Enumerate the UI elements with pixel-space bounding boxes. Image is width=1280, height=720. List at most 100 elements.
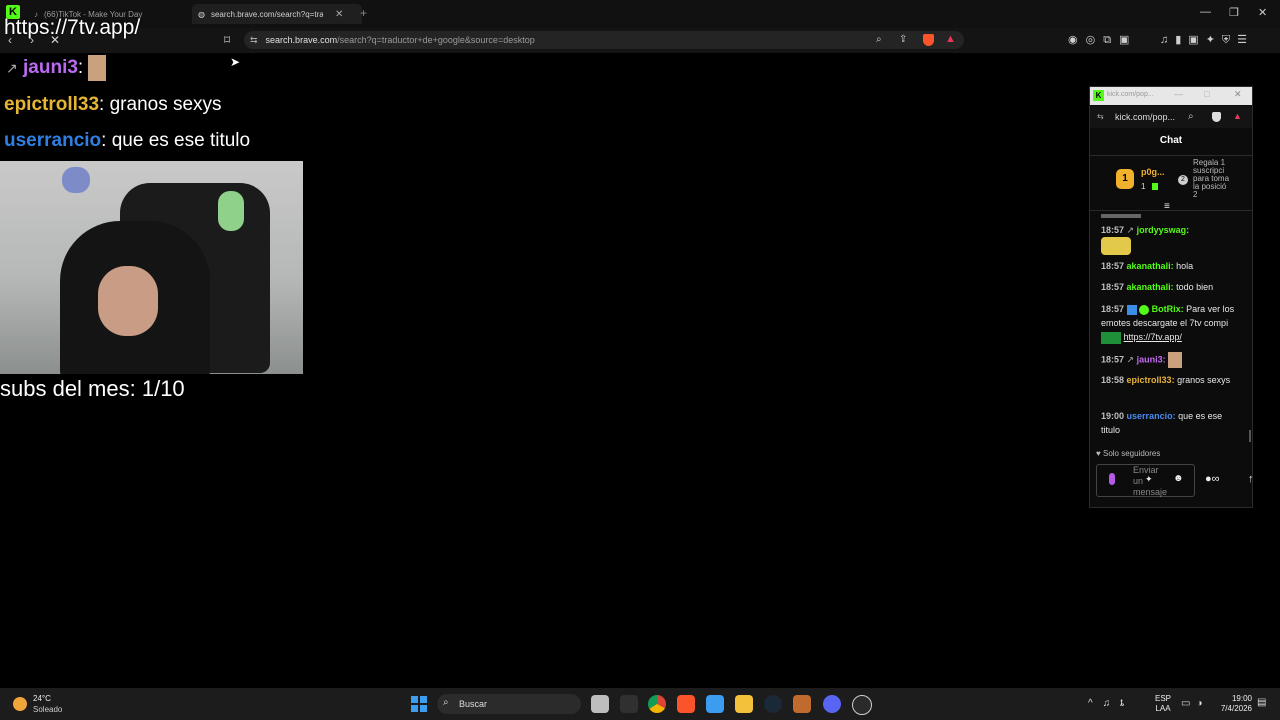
search-icon: ⌕: [443, 697, 449, 708]
chat-header: Chat: [1159, 135, 1183, 146]
chrome-icon[interactable]: [648, 695, 666, 713]
message-user[interactable]: jordyyswag:: [1137, 225, 1190, 235]
language-indicator[interactable]: ESP LAA: [1155, 694, 1171, 714]
discord-icon[interactable]: [823, 695, 841, 713]
plush-toy: [218, 191, 244, 231]
task-view-icon[interactable]: [591, 695, 609, 713]
leader-count: 1: [1141, 182, 1146, 191]
popup-maximize-button[interactable]: □: [1204, 89, 1209, 99]
overlay-chat-text: : granos sexys: [99, 94, 222, 115]
message-user[interactable]: akanathali:: [1127, 261, 1174, 271]
brave-rewards-icon[interactable]: ▲: [945, 33, 956, 45]
site-settings-icon[interactable]: ⇆: [250, 35, 258, 46]
followers-only-notice: ♥ Solo seguidores: [1096, 449, 1160, 458]
emote-image: [1101, 214, 1141, 218]
message-user[interactable]: userrancio:: [1127, 411, 1176, 421]
brave-icon[interactable]: [677, 695, 695, 713]
extension-icons[interactable]: ◉◎⧉▣: [1068, 33, 1137, 47]
system-tray-icons[interactable]: ▭◑: [1181, 698, 1209, 709]
microphone-icon[interactable]: [1109, 473, 1115, 485]
message-user[interactable]: jauni3:: [1137, 354, 1166, 364]
chat-settings-icon[interactable]: ●∞: [1205, 473, 1220, 485]
overlay-chat-line: epictroll33: granos sexys: [4, 94, 222, 116]
obs-icon[interactable]: [852, 695, 872, 715]
arrow-icon: ↗: [1126, 354, 1135, 365]
url-host: search.brave.com: [265, 35, 338, 45]
maximize-button[interactable]: ❐: [1229, 6, 1239, 19]
chat-message: 19:00 userrancio: que es ese titulo: [1101, 409, 1241, 437]
tab-label: search.brave.com/search?q=trac: [210, 9, 323, 19]
leader-name: p0g...: [1141, 167, 1165, 177]
overlay-chat-line: ↗ jauni3:: [6, 55, 107, 81]
emote-image: [1101, 331, 1121, 344]
popup-address-bar[interactable]: ⇆ kick.com/pop... ⌕ ▲: [1090, 106, 1252, 128]
scrollbar-thumb[interactable]: [1249, 430, 1251, 442]
send-icon[interactable]: ↑: [1248, 473, 1254, 485]
message-time: 18:57: [1101, 354, 1125, 365]
overlay-chat-line: userrancio: que es ese titulo: [4, 130, 250, 152]
bookmark-icon[interactable]: ⌑: [224, 33, 230, 47]
address-bar[interactable]: ⇆ search.brave.com/search?q=traductor+de…: [244, 31, 964, 49]
verified-badge-icon: [1139, 304, 1150, 315]
weather-icon[interactable]: [13, 697, 27, 711]
overlay-chat-user: epictroll33: [4, 94, 100, 115]
store-icon[interactable]: [706, 695, 724, 713]
close-tab-icon[interactable]: ✕: [335, 9, 343, 20]
start-button[interactable]: [411, 696, 427, 712]
brave-shields-icon[interactable]: [1212, 112, 1221, 122]
chat-message: 18:57 BotRix: Para ver los emotes descar…: [1101, 302, 1241, 344]
steam-icon[interactable]: [764, 695, 782, 713]
message-time: 18:57: [1101, 225, 1125, 235]
message-user[interactable]: BotRix:: [1152, 304, 1184, 314]
toolbar-icons[interactable]: ♫▮▣✦⛨☰: [1160, 33, 1254, 47]
message-text: todo bien: [1173, 282, 1214, 292]
message-user[interactable]: epictroll33:: [1127, 375, 1175, 385]
tray-icons[interactable]: ^♫ȶ: [1088, 698, 1134, 709]
epic-games-icon[interactable]: [620, 695, 638, 713]
share-icon[interactable]: ⇪: [899, 34, 907, 45]
overlay-chat-user: jauni3: [23, 57, 78, 79]
message-link[interactable]: https://7tv.app/: [1124, 332, 1182, 342]
clock[interactable]: 19:00 7/4/2026: [1221, 694, 1252, 714]
weather-temp: 24°C: [33, 694, 51, 703]
app-icon[interactable]: [793, 695, 811, 713]
rank2-icon: 2: [1178, 175, 1188, 185]
zoom-icon[interactable]: ⌕: [876, 34, 882, 45]
message-text: granos sexys: [1174, 375, 1231, 385]
brave-rewards-icon[interactable]: ▲: [1233, 111, 1242, 121]
message-time: 18:57: [1101, 304, 1125, 314]
gift-sub-icon: [1152, 183, 1158, 190]
site-settings-icon[interactable]: ⇆: [1097, 112, 1104, 121]
arrow-icon: ↗: [1126, 225, 1135, 235]
emoji-icon[interactable]: ☻: [1173, 473, 1184, 484]
gift-sub-prompt[interactable]: Regala 1 suscripci para toma la posició …: [1193, 159, 1233, 201]
close-window-button[interactable]: ✕: [1258, 6, 1267, 19]
emote-image: [88, 55, 107, 81]
emote-picker-icon[interactable]: ✦: [1145, 474, 1153, 485]
tab-brave-search[interactable]: ◍ search.brave.com/search?q=trac ✕: [192, 4, 362, 24]
popup-minimize-button[interactable]: —: [1174, 89, 1183, 99]
face: [98, 266, 158, 336]
chat-input[interactable]: Enviar un mensaje ✦ ☻: [1096, 464, 1195, 497]
minimize-button[interactable]: —: [1200, 6, 1211, 18]
notification-icon[interactable]: ▤: [1257, 697, 1266, 708]
new-tab-button[interactable]: +: [360, 6, 367, 20]
taskbar-search[interactable]: ⌕ Buscar: [437, 694, 581, 714]
message-time: 19:00: [1101, 411, 1125, 421]
rank-badge-icon: 1: [1116, 169, 1134, 189]
message-text: hola: [1173, 261, 1194, 271]
popup-close-button[interactable]: ✕: [1234, 89, 1242, 100]
file-explorer-icon[interactable]: [735, 695, 753, 713]
heart-icon: ♥: [1096, 449, 1101, 458]
zoom-icon[interactable]: ⌕: [1188, 111, 1194, 122]
popup-title-url: kick.com/pop...: [1107, 91, 1154, 98]
chat-message: 18:57 akanathali: todo bien: [1101, 280, 1241, 294]
brave-shields-icon[interactable]: [923, 34, 934, 46]
search-label: Buscar: [459, 699, 488, 709]
overlay-chat-text: :: [77, 57, 84, 79]
divider: [1090, 155, 1252, 156]
globe-icon: ◍: [198, 9, 205, 19]
message-user[interactable]: akanathali:: [1127, 282, 1174, 292]
overlay-chat-text: : que es ese titulo: [101, 130, 251, 151]
chat-message: 18:57 ↗ jauni3:: [1101, 352, 1241, 368]
